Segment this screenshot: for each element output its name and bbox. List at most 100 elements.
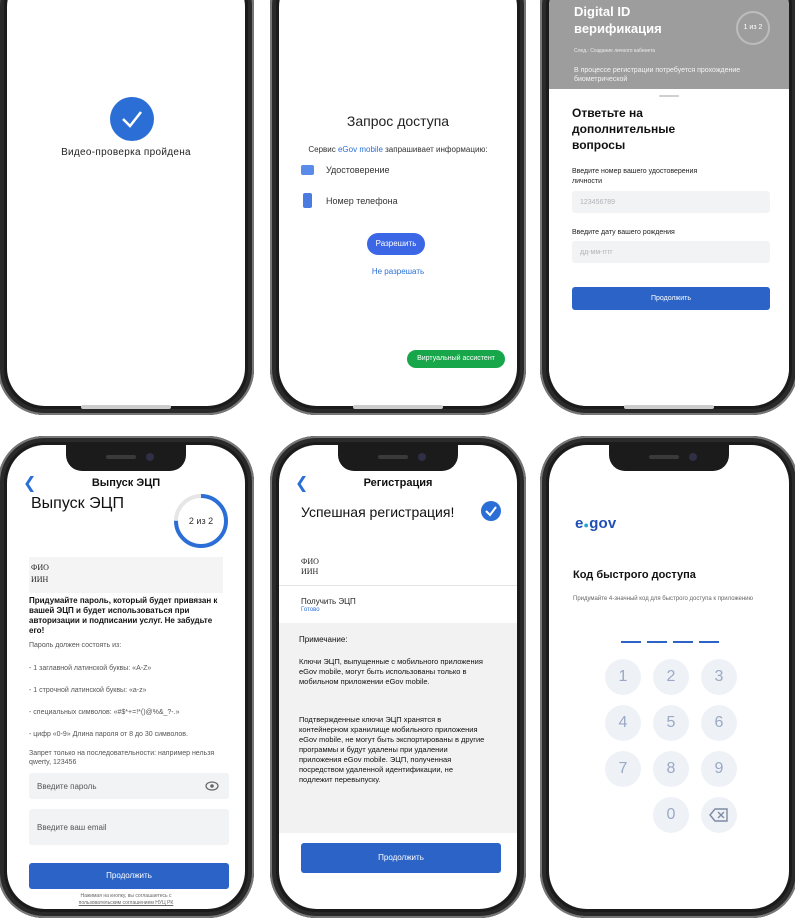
permission-item-id: Удостоверение [301, 165, 390, 175]
screen-registration-success: ❮ Регистрация Успешная регистрация! ФИО … [279, 445, 517, 909]
agreement-text: Нажимая на кнопку, вы соглашаетесь с [80, 893, 172, 899]
note-paragraph-1: Ключи ЭЦП, выпущенные с мобильного прило… [299, 657, 483, 686]
email-input[interactable]: Введите ваш email [29, 809, 229, 845]
subtitle-prefix: Сервис [308, 145, 338, 154]
permission-label: Номер телефона [326, 195, 398, 206]
deny-link[interactable]: Не разрешать [279, 267, 517, 276]
user-info-card: ФИО ИИН [29, 557, 223, 593]
note-paragraph-2: Подтвержденные ключи ЭЦП хранятся в конт… [299, 715, 485, 784]
access-request-title: Запрос доступа [346, 113, 450, 129]
rule-special: - специальных символов: «#$*+=!*()@%&_?-… [29, 709, 180, 716]
id-number-input[interactable]: 123456789 [572, 191, 770, 213]
continue-button[interactable]: Продолжить [572, 287, 770, 310]
quick-code-title: Код быстрого доступа [573, 569, 696, 581]
keypad-key-2[interactable]: 2 [653, 659, 689, 695]
allow-button[interactable]: Разрешить [367, 233, 425, 255]
service-name-link[interactable]: eGov mobile [338, 145, 383, 154]
password-input[interactable]: Введите пароль [29, 773, 229, 799]
screen-video-check: Видео-проверка пройдена [7, 0, 245, 406]
iin-label: ИИН [31, 575, 49, 584]
questions-sheet: Ответьте на дополнительные вопросы Введи… [549, 89, 789, 406]
success-title: Успешная регистрация! [301, 504, 455, 520]
subtitle-suffix: запрашивает информацию: [382, 145, 488, 154]
get-ecp-status: Готово [301, 607, 320, 613]
video-check-status: Видео-проверка пройдена [61, 147, 191, 158]
note-panel: Примечание: Ключи ЭЦП, выпущенные с моби… [279, 623, 517, 833]
rule-lowercase: - 1 строчной латинской буквы: «a-z» [29, 687, 147, 694]
virtual-assistant-button[interactable]: Виртуальный ассистент [407, 350, 505, 368]
phone-notch [338, 445, 458, 471]
home-indicator [81, 405, 171, 409]
divider [279, 585, 517, 586]
screen-digital-id: Digital ID верификация 1 из 2 След.: Соз… [549, 0, 789, 406]
keypad-key-4[interactable]: 4 [605, 705, 641, 741]
phone-frame-3: Digital ID верификация 1 из 2 След.: Соз… [540, 0, 795, 415]
success-check-icon [110, 97, 154, 141]
biometric-note: В процессе регистрации потребуется прохо… [574, 67, 741, 83]
rule-digits: - цифр «0-9» Длина пароля от 8 до 30 сим… [29, 731, 188, 738]
fio-label: ФИО [301, 557, 319, 566]
keypad-key-8[interactable]: 8 [653, 751, 689, 787]
next-step-text: След.: Создание личного кабинета [574, 48, 656, 54]
keypad-key-7[interactable]: 7 [605, 751, 641, 787]
get-ecp-label: Получить ЭЦП [301, 597, 356, 606]
phone-notch [609, 445, 729, 471]
password-instructions: Придумайте пароль, который будет привяза… [29, 596, 218, 635]
note-title: Примечание: [299, 635, 348, 644]
keypad-key-6[interactable]: 6 [701, 705, 737, 741]
fio-label: ФИО [31, 563, 49, 572]
keypad-key-5[interactable]: 5 [653, 705, 689, 741]
rule-uppercase: - 1 заглавной латинской буквы: «A-Z» [29, 665, 152, 672]
page-title: Выпуск ЭЦП [31, 495, 124, 512]
phone-frame-4: ❮ Выпуск ЭЦП Выпуск ЭЦП 2 из 2 ФИО ИИН П… [0, 436, 254, 918]
phone-frame-1: Видео-проверка пройдена [0, 0, 254, 415]
continue-button[interactable]: Продолжить [301, 843, 501, 873]
backspace-icon [709, 808, 728, 822]
screen-access-request: Запрос доступа Сервис eGov mobile запраш… [279, 0, 517, 406]
egov-logo: e●gov [575, 515, 616, 532]
keypad-key-0[interactable]: 0 [653, 797, 689, 833]
dob-label: Введите дату вашего рождения [572, 229, 675, 236]
home-indicator [624, 405, 714, 409]
rules-title: Пароль должен состоять из: [29, 642, 122, 649]
pin-slot-3 [673, 641, 693, 643]
id-card-icon [301, 165, 314, 175]
eye-icon[interactable] [205, 781, 219, 791]
pin-slot-2 [647, 641, 667, 643]
keypad-key-3[interactable]: 3 [701, 659, 737, 695]
agreement-link[interactable]: пользовательским соглашением НУЦ РК [7, 900, 245, 906]
screen-quick-access-code: e●gov Код быстрого доступа Придумайте 4-… [549, 445, 789, 909]
access-request-subtitle: Сервис eGov mobile запрашивает информаци… [279, 145, 517, 154]
phone-frame-2: Запрос доступа Сервис eGov mobile запраш… [270, 0, 526, 415]
sheet-handle[interactable] [659, 95, 679, 97]
phone-frame-6: e●gov Код быстрого доступа Придумайте 4-… [540, 436, 795, 918]
home-indicator [353, 405, 443, 409]
iin-label: ИИН [301, 567, 319, 576]
id-number-label: Введите номер вашего удостоверения лично… [572, 168, 698, 185]
header-title: Выпуск ЭЦП [91, 477, 161, 489]
dob-input[interactable]: дд-мм-гггг [572, 241, 770, 263]
header-title: Регистрация [363, 477, 433, 489]
keypad-key-1[interactable]: 1 [605, 659, 641, 695]
step-indicator: 2 из 2 [188, 516, 214, 526]
permission-item-phone: Номер телефона [301, 193, 398, 208]
pin-slot-1 [621, 641, 641, 643]
success-check-icon [481, 501, 501, 521]
sheet-title: Ответьте на дополнительные вопросы [572, 106, 676, 152]
logo-text-prefix: e [575, 515, 584, 532]
screen-ecp-issue: ❮ Выпуск ЭЦП Выпуск ЭЦП 2 из 2 ФИО ИИН П… [7, 445, 245, 909]
quick-code-subtitle: Придумайте 4-значный код для быстрого до… [573, 596, 754, 602]
pin-slot-4 [699, 641, 719, 643]
logo-text-suffix: gov [589, 515, 617, 532]
forbidden-sequences: Запрет только на последовательности: нап… [29, 750, 215, 766]
step-indicator: 1 из 2 [736, 11, 770, 45]
phone-icon [303, 193, 312, 208]
keypad-key-9[interactable]: 9 [701, 751, 737, 787]
backspace-key[interactable] [701, 797, 737, 833]
permission-label: Удостоверение [326, 165, 390, 175]
digital-id-title: Digital ID верификация [574, 4, 662, 36]
phone-notch [66, 445, 186, 471]
phone-frame-5: ❮ Регистрация Успешная регистрация! ФИО … [270, 436, 526, 918]
digital-id-header-panel: Digital ID верификация 1 из 2 След.: Соз… [549, 0, 789, 89]
continue-button[interactable]: Продолжить [29, 863, 229, 889]
